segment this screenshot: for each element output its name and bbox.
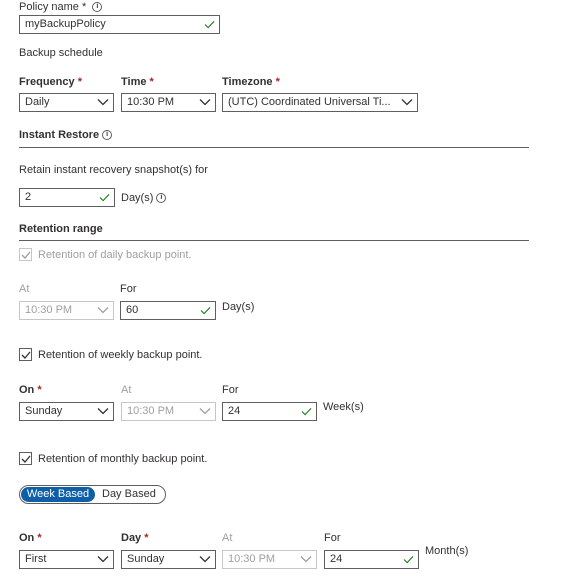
monthly-basis-toggle: Week Based Day Based bbox=[19, 485, 166, 504]
monthly-retention-label: Retention of monthly backup point. bbox=[38, 453, 208, 465]
monthly-week-dropdown[interactable]: First bbox=[19, 550, 114, 569]
section-divider bbox=[19, 147, 529, 148]
weekly-retention-checkbox[interactable] bbox=[19, 348, 32, 361]
policy-name-label: Policy name * i bbox=[19, 0, 103, 14]
monthly-unit-label: Month(s) bbox=[425, 545, 469, 557]
check-icon bbox=[301, 407, 312, 416]
time-dropdown[interactable]: 10:30 PM bbox=[121, 93, 216, 112]
daily-retention-checkbox[interactable] bbox=[19, 248, 32, 261]
monthly-on-label: On * bbox=[19, 532, 42, 544]
monthly-day-label: Day * bbox=[121, 532, 149, 544]
daily-time-dropdown[interactable]: 10:30 PM bbox=[19, 301, 114, 320]
weekly-for-label: For bbox=[222, 384, 239, 396]
weekly-unit-label: Week(s) bbox=[323, 401, 364, 413]
days-unit-label: Day(s) i bbox=[121, 191, 167, 205]
chevron-down-icon bbox=[97, 307, 109, 314]
chevron-down-icon bbox=[300, 556, 312, 563]
retain-snapshots-label: Retain instant recovery snapshot(s) for bbox=[19, 164, 208, 176]
snapshot-days-input[interactable]: 2 bbox=[19, 188, 115, 207]
chevron-down-icon bbox=[97, 99, 109, 106]
timezone-dropdown[interactable]: (UTC) Coordinated Universal Ti... bbox=[222, 93, 418, 112]
checkmark-icon bbox=[21, 351, 31, 359]
checkmark-icon bbox=[21, 455, 31, 463]
weekly-at-label: At bbox=[121, 384, 132, 396]
info-icon[interactable]: i bbox=[92, 2, 103, 13]
info-icon[interactable]: i bbox=[156, 193, 167, 204]
check-icon bbox=[200, 306, 211, 315]
monthly-retention-count-input[interactable]: 24 bbox=[324, 550, 419, 569]
chevron-down-icon bbox=[97, 408, 109, 415]
section-divider bbox=[19, 240, 529, 241]
time-label: Time * bbox=[121, 76, 154, 88]
monthly-for-label: For bbox=[324, 532, 341, 544]
daily-retention-days-input[interactable]: 60 bbox=[120, 301, 216, 320]
instant-restore-heading: Instant Restore i bbox=[19, 128, 113, 142]
frequency-label: Frequency * bbox=[19, 76, 82, 88]
check-icon bbox=[403, 555, 414, 564]
chevron-down-icon bbox=[401, 99, 413, 106]
weekly-retention-label: Retention of weekly backup point. bbox=[38, 349, 203, 361]
policy-name-input[interactable]: myBackupPolicy bbox=[19, 15, 220, 34]
monthly-at-label: At bbox=[222, 532, 233, 544]
weekly-day-dropdown[interactable]: Sunday bbox=[19, 402, 114, 421]
retention-range-heading: Retention range bbox=[19, 223, 103, 235]
info-icon[interactable]: i bbox=[102, 130, 113, 141]
daily-at-label: At bbox=[19, 283, 30, 295]
daily-unit-label: Day(s) bbox=[222, 301, 255, 313]
check-icon bbox=[204, 20, 215, 29]
daily-retention-label: Retention of daily backup point. bbox=[38, 249, 192, 261]
chevron-down-icon bbox=[199, 99, 211, 106]
monthly-retention-checkbox[interactable] bbox=[19, 452, 32, 465]
backup-schedule-heading: Backup schedule bbox=[19, 47, 103, 59]
timezone-label: Timezone * bbox=[222, 76, 280, 88]
weekly-retention-count-input[interactable]: 24 bbox=[222, 402, 317, 421]
weekly-on-label: On * bbox=[19, 384, 42, 396]
chevron-down-icon bbox=[97, 556, 109, 563]
chevron-down-icon bbox=[199, 556, 211, 563]
frequency-dropdown[interactable]: Daily bbox=[19, 93, 114, 112]
monthly-time-dropdown[interactable]: 10:30 PM bbox=[222, 550, 317, 569]
monthly-day-dropdown[interactable]: Sunday bbox=[121, 550, 216, 569]
check-icon bbox=[99, 193, 110, 202]
chevron-down-icon bbox=[199, 408, 211, 415]
week-based-option[interactable]: Week Based bbox=[21, 487, 95, 502]
day-based-option[interactable]: Day Based bbox=[102, 487, 156, 502]
weekly-time-dropdown[interactable]: 10:30 PM bbox=[121, 402, 216, 421]
daily-for-label: For bbox=[120, 283, 137, 295]
checkmark-icon bbox=[21, 251, 31, 259]
